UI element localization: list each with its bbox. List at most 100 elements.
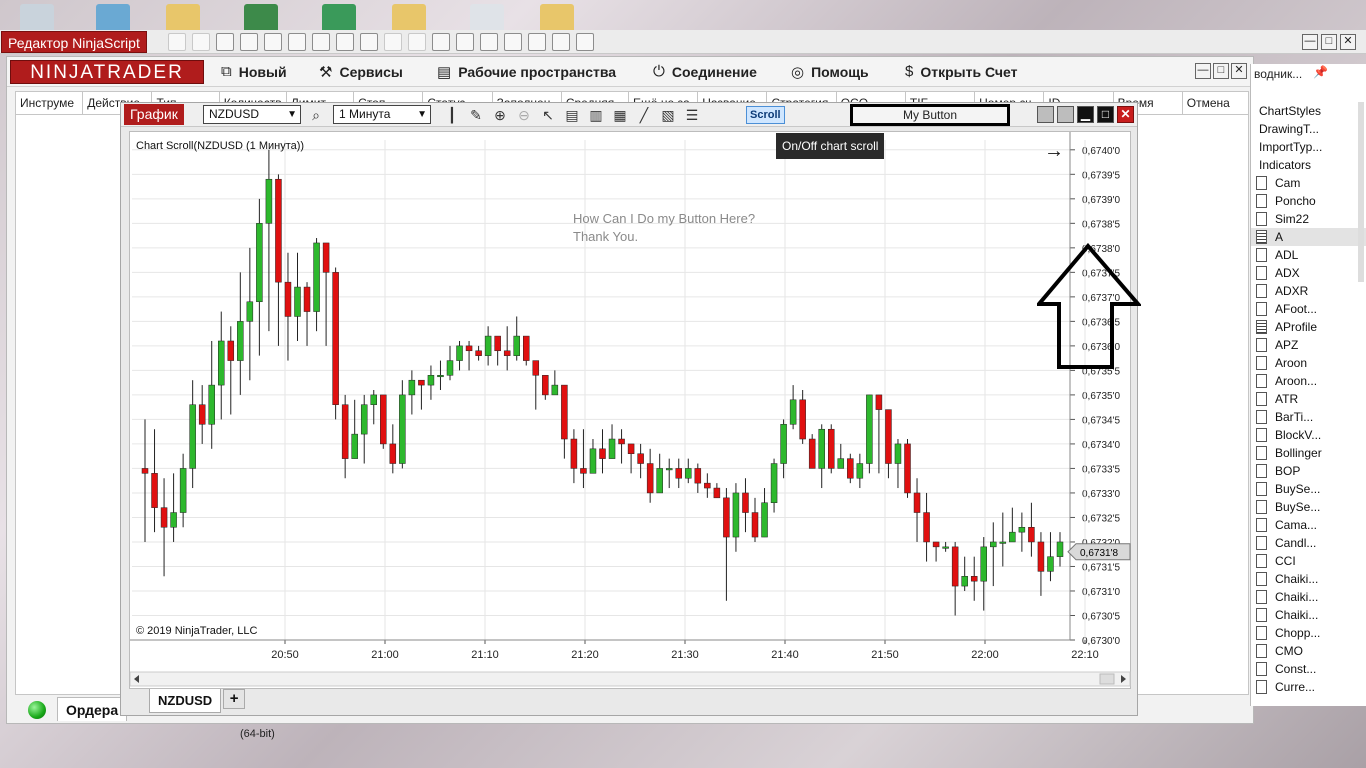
chart-style-icon[interactable]: ┃ — [443, 106, 461, 124]
redo-icon[interactable] — [408, 33, 426, 51]
explorer-item[interactable]: Chaiki... — [1251, 588, 1366, 606]
explorer-item[interactable]: Candl... — [1251, 534, 1366, 552]
explorer-item[interactable]: ADX — [1251, 264, 1366, 282]
explorer-item[interactable]: BarTi... — [1251, 408, 1366, 426]
pin-icon[interactable]: 📌 — [1313, 65, 1328, 79]
minimize-button[interactable]: — — [1195, 63, 1211, 79]
explorer-item[interactable]: Bollinger — [1251, 444, 1366, 462]
explorer-item[interactable]: APZ — [1251, 336, 1366, 354]
explorer-item[interactable]: AFoot... — [1251, 300, 1366, 318]
data-box-icon[interactable]: ▤ — [563, 106, 581, 124]
arrow-right-icon[interactable]: → — [1044, 140, 1064, 163]
explorer-item[interactable]: ImportTyp... — [1251, 138, 1366, 156]
new-file-icon[interactable] — [168, 33, 186, 51]
comment-icon[interactable] — [528, 33, 546, 51]
explorer-item[interactable]: Const... — [1251, 660, 1366, 678]
draw-pencil-icon[interactable]: ✎ — [467, 106, 485, 124]
maximize-button[interactable]: □ — [1321, 34, 1337, 50]
column-header[interactable]: Отмена — [1183, 92, 1248, 114]
chart-canvas[interactable]: 0,6740'0 0,6739'5 0,6739'0 0,6738'5 0,6738'0… — [129, 131, 1131, 689]
properties-icon[interactable]: ▧ — [659, 106, 677, 124]
link-instrument-icon[interactable] — [1037, 106, 1054, 123]
instrument-selector[interactable]: NZDUSD ▼ — [203, 105, 301, 124]
explorer-item[interactable]: ADL — [1251, 246, 1366, 264]
menu-open-account[interactable]: $ Открыть Счет — [905, 63, 1017, 80]
save-all-icon[interactable] — [192, 33, 210, 51]
explorer-item[interactable]: Aroon — [1251, 354, 1366, 372]
scroll-toggle-button[interactable]: Scroll — [746, 106, 785, 124]
ninjascript-editor-title[interactable]: Редактор NinjaScript — [1, 31, 147, 53]
print-preview-icon[interactable] — [240, 33, 258, 51]
explorer-scrollbar[interactable] — [1358, 102, 1364, 282]
menu-tools[interactable]: ⚒ Сервисы — [319, 63, 403, 81]
link-interval-icon[interactable] — [1057, 106, 1074, 123]
explorer-item[interactable]: BOP — [1251, 462, 1366, 480]
explorer-item[interactable]: ChartStyles — [1251, 102, 1366, 120]
delete-icon[interactable] — [360, 33, 378, 51]
explorer-item[interactable]: BlockV... — [1251, 426, 1366, 444]
close-button[interactable]: ✕ — [1117, 106, 1134, 123]
close-button[interactable]: ✕ — [1340, 34, 1356, 50]
maximize-button[interactable]: □ — [1213, 63, 1229, 79]
zoom-in-icon[interactable]: ⊕ — [491, 106, 509, 124]
tab-nzdusd[interactable]: NZDUSD — [149, 689, 222, 713]
explorer-item[interactable]: ADXR — [1251, 282, 1366, 300]
zoom-out-icon[interactable]: ⊖ — [515, 106, 533, 124]
explorer-item[interactable]: Chaiki... — [1251, 606, 1366, 624]
add-tab-button[interactable]: + — [223, 689, 246, 709]
uncomment-icon[interactable] — [552, 33, 570, 51]
chart-window-title[interactable]: График — [124, 104, 184, 125]
explorer-item[interactable]: Poncho — [1251, 192, 1366, 210]
close-button[interactable]: ✕ — [1231, 63, 1247, 79]
print-icon[interactable] — [216, 33, 234, 51]
outdent-icon[interactable] — [480, 33, 498, 51]
copy-icon[interactable] — [312, 33, 330, 51]
visual-studio-icon[interactable] — [576, 33, 594, 51]
column-header[interactable]: Инструме — [16, 92, 84, 114]
interval-selector[interactable]: 1 Минута ▼ — [333, 105, 431, 124]
menu-help[interactable]: ◎ Помощь — [791, 63, 869, 81]
pointer-icon[interactable]: ↖ — [539, 106, 557, 124]
y-tick-label: 0,6732'5 — [1082, 513, 1120, 524]
explorer-item[interactable]: CCI — [1251, 552, 1366, 570]
explorer-item-label: Chaiki... — [1275, 572, 1319, 586]
explorer-item[interactable]: Indicators — [1251, 156, 1366, 174]
explorer-item[interactable]: Sim22 — [1251, 210, 1366, 228]
explorer-item[interactable]: ATR — [1251, 390, 1366, 408]
explorer-item[interactable]: Chopp... — [1251, 624, 1366, 642]
cut-icon[interactable] — [288, 33, 306, 51]
find-icon[interactable] — [432, 33, 450, 51]
explorer-item[interactable]: BuySe... — [1251, 498, 1366, 516]
explorer-item[interactable]: Cam — [1251, 174, 1366, 192]
explorer-item[interactable]: Curre... — [1251, 678, 1366, 696]
explorer-item[interactable]: Cama... — [1251, 516, 1366, 534]
explorer-item[interactable]: A — [1251, 228, 1366, 246]
indent-icon[interactable] — [504, 33, 522, 51]
menu-new[interactable]: ⧉ Новый — [221, 63, 287, 80]
minimize-button[interactable]: — — [1302, 34, 1318, 50]
menu-connection[interactable]: ⏻ Соединение — [653, 63, 757, 80]
maximize-button[interactable]: □ — [1097, 106, 1114, 123]
explorer-item[interactable]: AProfile — [1251, 318, 1366, 336]
tab-orders[interactable]: Ордера — [57, 697, 128, 721]
paste-icon[interactable] — [336, 33, 354, 51]
candle-body — [322, 242, 330, 273]
search-icon[interactable]: ⌕ — [307, 106, 325, 124]
chart-trader-icon[interactable]: ▥ — [587, 106, 605, 124]
list-icon[interactable]: ☰ — [683, 106, 701, 124]
strategies-icon[interactable]: ╱ — [635, 106, 653, 124]
indicators-icon[interactable]: ▦ — [611, 106, 629, 124]
my-button[interactable]: My Button — [850, 104, 1010, 126]
page-setup-icon[interactable] — [264, 33, 282, 51]
explorer-item[interactable]: Aroon... — [1251, 372, 1366, 390]
explorer-item[interactable]: DrawingT... — [1251, 120, 1366, 138]
compile-icon[interactable] — [456, 33, 474, 51]
explorer-item[interactable]: Chaiki... — [1251, 570, 1366, 588]
minimize-button[interactable]: ▁ — [1077, 106, 1094, 123]
undo-icon[interactable] — [384, 33, 402, 51]
candle-body — [599, 448, 606, 459]
menu-workspaces[interactable]: ▤ Рабочие пространства — [437, 63, 616, 81]
explorer-item[interactable]: CMO — [1251, 642, 1366, 660]
explorer-item[interactable]: BuySe... — [1251, 480, 1366, 498]
x-tick-label: 22:00 — [971, 649, 999, 661]
